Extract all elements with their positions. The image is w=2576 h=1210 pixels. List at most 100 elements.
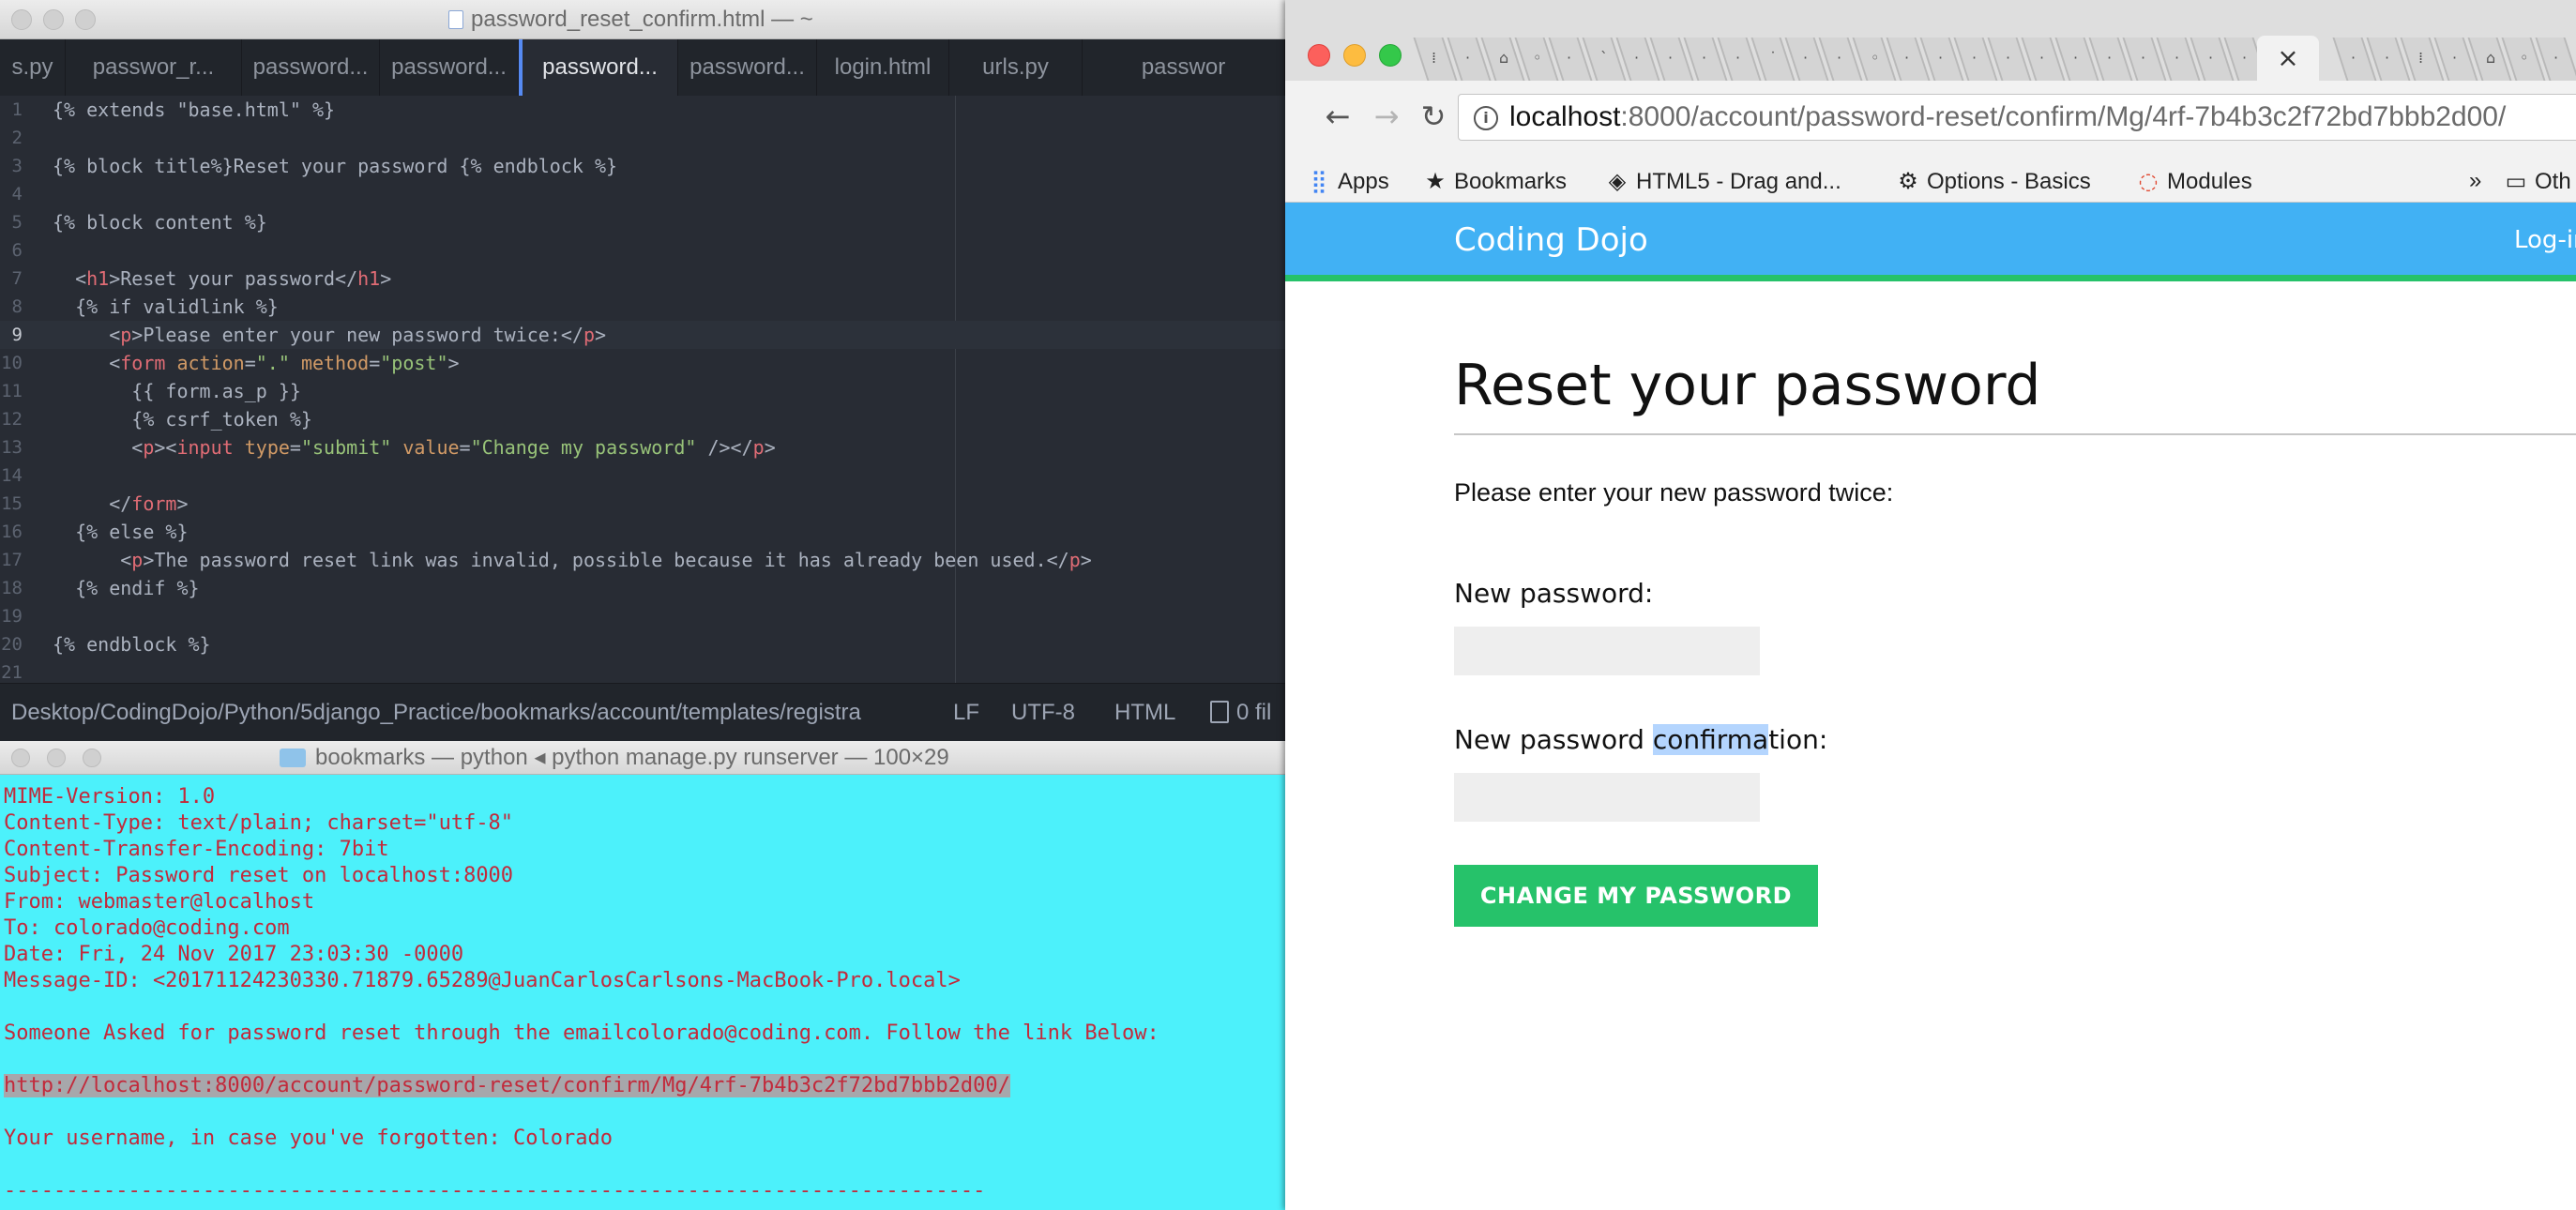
browser-tab[interactable]: · xyxy=(1720,32,1754,81)
browser-tab[interactable]: · xyxy=(2024,32,2058,81)
terminal-output[interactable]: MIME-Version: 1.0 Content-Type: text/plai… xyxy=(4,784,1285,1204)
editor-tab[interactable]: passwor_r... xyxy=(66,39,242,96)
code-line[interactable]: 6 xyxy=(0,236,1285,265)
browser-tab[interactable]: · xyxy=(2336,32,2370,81)
code-line[interactable]: 19 xyxy=(0,602,1285,630)
editor-tab[interactable]: s.py xyxy=(0,39,66,96)
editor-minimize-button[interactable] xyxy=(43,9,64,30)
code-line[interactable]: 17 <p>The password reset link was invali… xyxy=(0,546,1285,574)
status-line-ending[interactable]: LF xyxy=(953,684,979,741)
browser-tab[interactable]: · xyxy=(2370,32,2403,81)
code-line[interactable]: 8 {% if validlink %} xyxy=(0,293,1285,321)
code-line[interactable]: 20 {% endblock %} xyxy=(0,630,1285,658)
editor-zoom-button[interactable] xyxy=(75,9,96,30)
browser-tab[interactable]: · xyxy=(1957,32,1991,81)
code-line[interactable]: 9 <p>Please enter your new password twic… xyxy=(0,321,1285,349)
status-encoding[interactable]: UTF-8 xyxy=(1011,684,1075,741)
terminal-title-bar[interactable]: bookmarks — python ◂ python manage.py ru… xyxy=(0,741,1285,775)
code-line[interactable]: 15 </form> xyxy=(0,490,1285,518)
browser-tab[interactable]: · xyxy=(2092,32,2126,81)
browser-tab[interactable]: · xyxy=(1822,32,1856,81)
code-line[interactable]: 2 xyxy=(0,124,1285,152)
code-text: <h1>Reset your password</h1> xyxy=(53,267,392,290)
browser-close-button[interactable] xyxy=(1308,44,1330,67)
browser-tab[interactable]: · xyxy=(1619,32,1653,81)
browser-tab[interactable]: · xyxy=(2193,32,2227,81)
code-line[interactable]: 4 xyxy=(0,180,1285,208)
code-line[interactable]: 10 <form action="." method="post"> xyxy=(0,349,1285,377)
address-bar[interactable]: i localhost:8000/account/password-reset/… xyxy=(1458,94,2576,141)
browser-tab[interactable]: · xyxy=(2058,32,2092,81)
site-brand[interactable]: Coding Dojo xyxy=(1454,203,1648,278)
browser-tab[interactable]: ◦ xyxy=(2505,32,2538,81)
editor-title-bar[interactable]: password_reset_confirm.html — ~ xyxy=(0,0,1285,39)
browser-tab[interactable]: ˙ xyxy=(1754,32,1788,81)
status-file-path[interactable]: Desktop/CodingDojo/Python/5django_Practi… xyxy=(11,684,861,741)
browser-tab[interactable]: ⁞ xyxy=(2403,32,2437,81)
login-link[interactable]: Log-in xyxy=(2514,203,2576,278)
browser-tab[interactable]: ` xyxy=(1585,32,1619,81)
editor-tab[interactable]: passwor xyxy=(1083,39,1285,96)
browser-tab[interactable]: ◦ xyxy=(1856,32,1889,81)
browser-tab[interactable]: ◦ xyxy=(1518,32,1552,81)
browser-tab[interactable]: · xyxy=(1450,32,1484,81)
browser-tab[interactable]: · xyxy=(2437,32,2471,81)
editor-tab[interactable]: login.html xyxy=(817,39,949,96)
browser-tab[interactable]: · xyxy=(1552,32,1585,81)
close-tab-icon[interactable]: × xyxy=(2257,36,2319,81)
editor-tab[interactable]: password... xyxy=(380,39,519,96)
browser-tab[interactable]: · xyxy=(2126,32,2159,81)
info-icon[interactable]: i xyxy=(1474,106,1498,130)
browser-zoom-button[interactable] xyxy=(1379,44,1402,67)
bookmark-other[interactable]: ▭ Oth xyxy=(2505,159,2571,203)
confirm-password-input[interactable] xyxy=(1454,773,1760,822)
browser-tab[interactable]: · xyxy=(2227,32,2261,81)
code-line[interactable]: 1 {% extends "base.html" %} xyxy=(0,96,1285,124)
terminal-zoom-button[interactable] xyxy=(83,749,101,767)
status-git-files[interactable]: 0 fil xyxy=(1210,684,1271,741)
bookmarks-overflow-icon[interactable]: » xyxy=(2469,159,2481,203)
code-area[interactable]: 1 {% extends "base.html" %} 2 3 {% block tit… xyxy=(0,96,1285,683)
browser-tab[interactable]: ⁞ xyxy=(1417,32,1450,81)
code-line[interactable]: 13 <p><input type="submit" value="Change… xyxy=(0,433,1285,461)
editor-tab[interactable]: password... xyxy=(678,39,817,96)
bookmark-bookmarks[interactable]: ★ Bookmarks xyxy=(1424,159,1567,203)
change-password-button[interactable]: CHANGE MY PASSWORD xyxy=(1454,865,1818,927)
browser-tab[interactable]: · xyxy=(1788,32,1822,81)
browser-tab[interactable]: ⌂ xyxy=(2471,32,2505,81)
browser-tab[interactable]: · xyxy=(1923,32,1957,81)
code-line[interactable]: 16 {% else %} xyxy=(0,518,1285,546)
status-grammar[interactable]: HTML xyxy=(1114,684,1175,741)
browser-tab[interactable]: · xyxy=(1687,32,1720,81)
editor-tab[interactable]: password... xyxy=(519,39,678,96)
browser-tab[interactable]: · xyxy=(2538,32,2572,81)
code-line[interactable]: 7 <h1>Reset your password</h1> xyxy=(0,265,1285,293)
code-line[interactable]: 3 {% block title%}Reset your password {% … xyxy=(0,152,1285,180)
code-line[interactable]: 5 {% block content %} xyxy=(0,208,1285,236)
bookmark-options[interactable]: ⚙ Options - Basics xyxy=(1897,159,2091,203)
forward-arrow-icon[interactable]: → xyxy=(1366,96,1407,137)
browser-active-tab[interactable]: × xyxy=(2257,36,2319,81)
browser-tab[interactable]: · xyxy=(1889,32,1923,81)
reload-icon[interactable]: ↻ xyxy=(1413,96,1454,137)
editor-tab[interactable]: urls.py xyxy=(949,39,1083,96)
code-line[interactable]: 18 {% endif %} xyxy=(0,574,1285,602)
editor-close-button[interactable] xyxy=(11,9,32,30)
browser-tab[interactable]: · xyxy=(2159,32,2193,81)
browser-tab[interactable]: ⌂ xyxy=(1484,32,1518,81)
code-line[interactable]: 12 {% csrf_token %} xyxy=(0,405,1285,433)
browser-tab[interactable]: · xyxy=(1991,32,2024,81)
editor-tab[interactable]: password... xyxy=(242,39,380,96)
bookmark-html5[interactable]: ◈ HTML5 - Drag and... xyxy=(1606,159,1841,203)
back-arrow-icon[interactable]: ← xyxy=(1317,96,1358,137)
url-text[interactable]: localhost:8000/account/password-reset/co… xyxy=(1509,95,2506,140)
code-line[interactable]: 14 xyxy=(0,461,1285,490)
bookmark-modules[interactable]: ◌ Modules xyxy=(2137,159,2252,203)
new-password-input[interactable] xyxy=(1454,627,1760,675)
code-line[interactable]: 11 {{ form.as_p }} xyxy=(0,377,1285,405)
bookmark-apps[interactable]: ⣿ Apps xyxy=(1308,159,1389,203)
browser-minimize-button[interactable] xyxy=(1343,44,1366,67)
terminal-minimize-button[interactable] xyxy=(47,749,66,767)
terminal-close-button[interactable] xyxy=(11,749,30,767)
browser-tab[interactable]: · xyxy=(1653,32,1687,81)
